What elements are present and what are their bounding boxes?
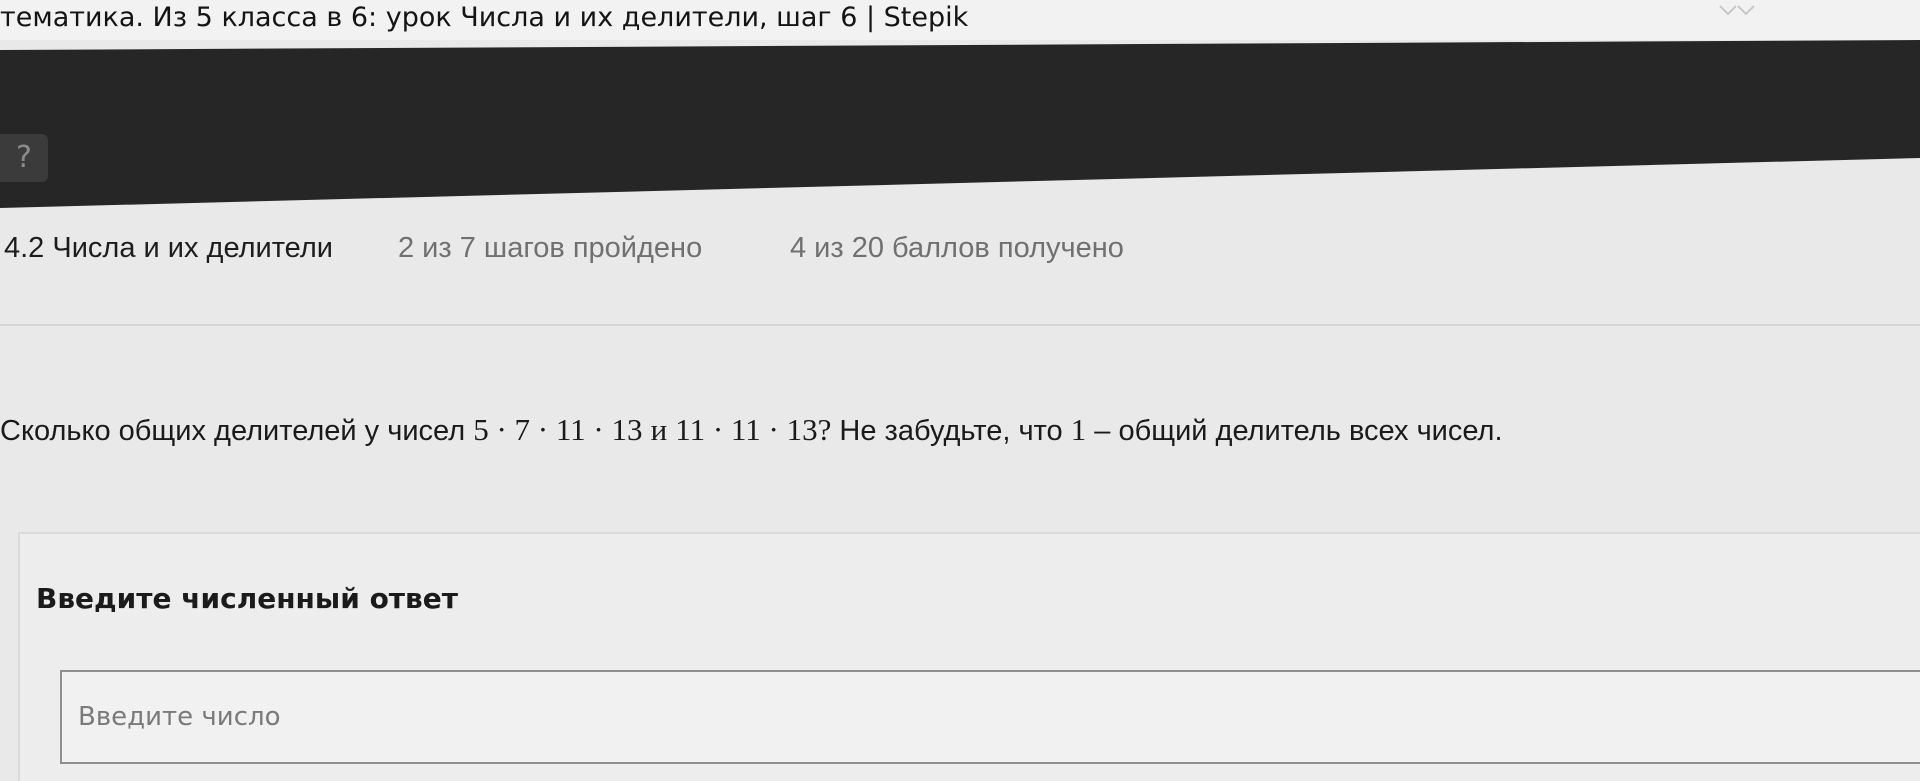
window-control-icon [1719,5,1755,16]
math-expression-2: 11 · 11 · 13 [675,412,818,447]
question-suffix: – общий делитель всех чисел. [1094,415,1503,447]
question-middle: Не забудьте, что [839,415,1063,447]
math-one: 1 [1070,412,1087,447]
question-prefix: Сколько общих делителей у чисел [0,415,466,447]
math-conjunction: и [650,412,668,447]
answer-label: Введите численный ответ [36,582,458,615]
question-text: Сколько общих делителей у чисел 5 · 7 · … [0,412,1503,448]
steps-progress: 2 из 7 шагов пройдено [398,232,703,264]
divider [0,324,1920,326]
lesson-title: 4.2 Числа и их делители [4,232,333,264]
window-title: тематика. Из 5 класса в 6: урок Числа и … [0,2,969,33]
answer-input[interactable] [60,670,1920,764]
question-mark: ? [817,412,832,447]
browser-title-bar: тематика. Из 5 класса в 6: урок Числа и … [0,0,1920,40]
points-progress: 4 из 20 баллов получено [790,232,1124,264]
math-expression-1: 5 · 7 · 11 · 13 [473,412,643,447]
lesson-content: 4.2 Числа и их делители 2 из 7 шагов про… [0,160,1920,781]
